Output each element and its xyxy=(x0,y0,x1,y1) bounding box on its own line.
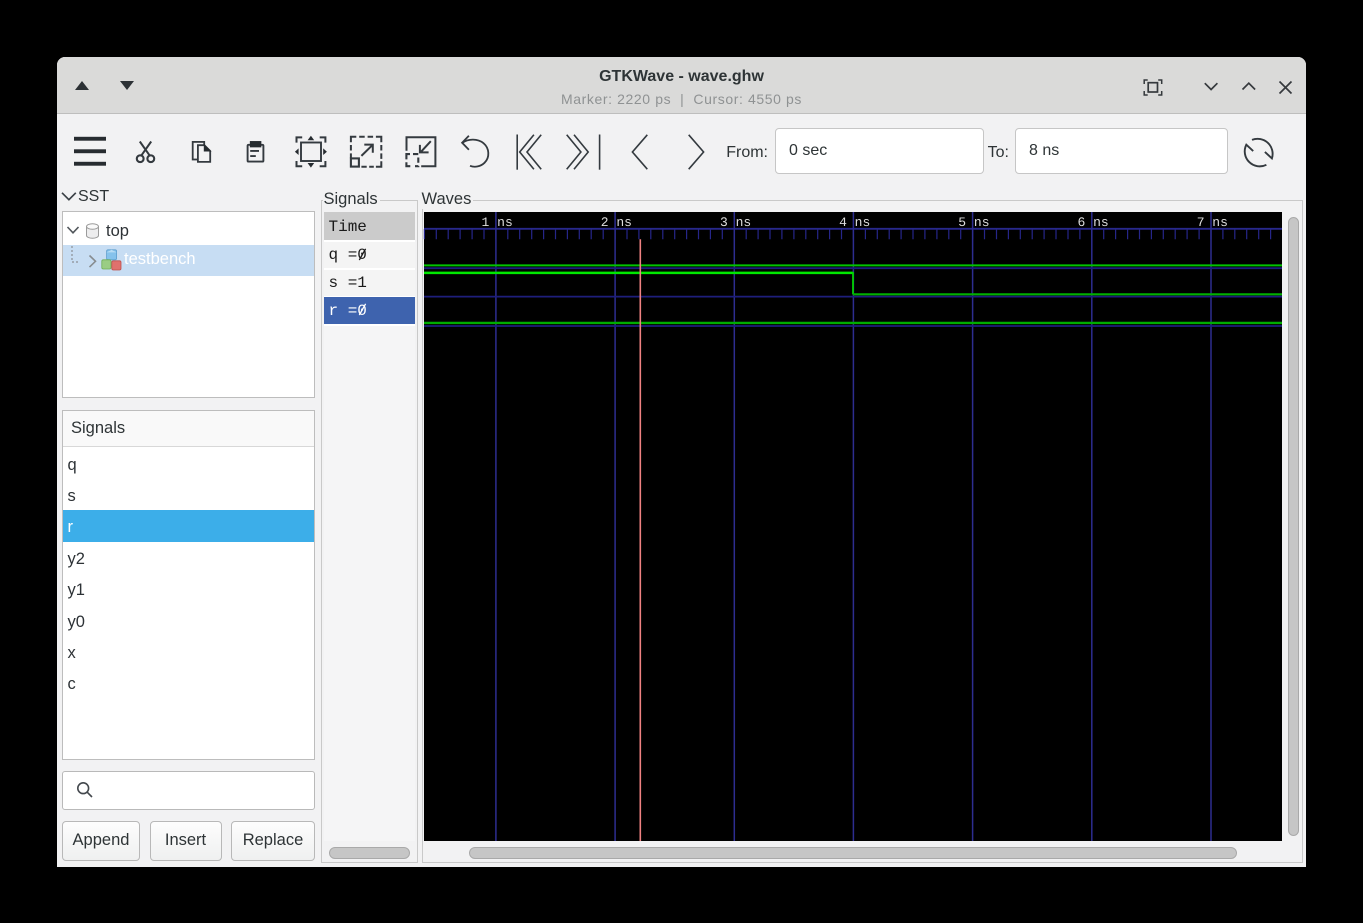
svg-text:1: 1 xyxy=(482,215,490,230)
svg-text:4: 4 xyxy=(839,215,847,230)
svg-text:ns: ns xyxy=(736,215,752,230)
svg-text:2: 2 xyxy=(601,215,609,230)
svg-text:ns: ns xyxy=(1212,215,1228,230)
svg-text:ns: ns xyxy=(1093,215,1109,230)
svg-text:6: 6 xyxy=(1077,215,1085,230)
svg-text:ns: ns xyxy=(616,215,632,230)
svg-text:7: 7 xyxy=(1197,215,1205,230)
svg-text:ns: ns xyxy=(497,215,513,230)
svg-text:ns: ns xyxy=(855,215,871,230)
svg-text:3: 3 xyxy=(720,215,728,230)
svg-text:ns: ns xyxy=(974,215,990,230)
svg-text:5: 5 xyxy=(958,215,966,230)
